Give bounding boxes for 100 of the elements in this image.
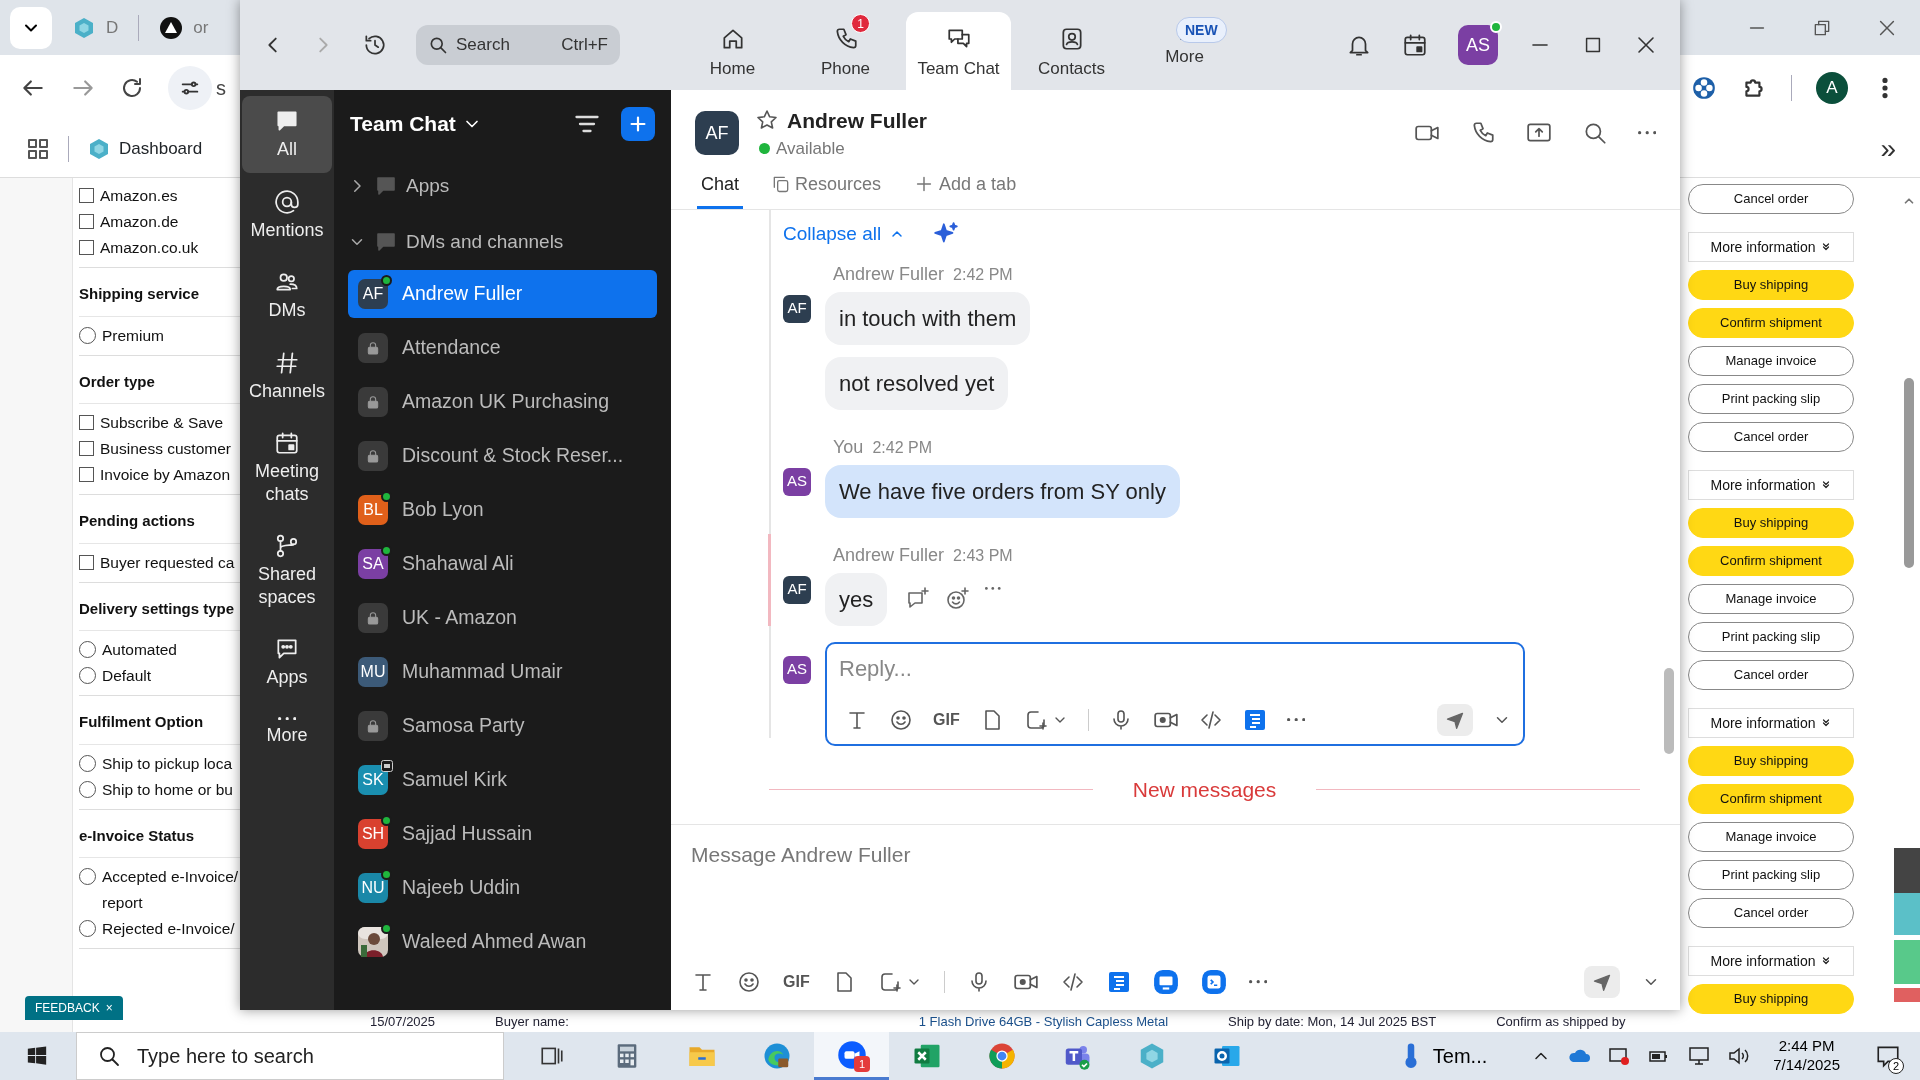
search-button[interactable]: Search Ctrl+F [416,25,620,65]
nav-tab[interactable]: 1 Phone [793,12,898,90]
weather-widget[interactable]: Tem... [1390,1040,1494,1072]
action-button[interactable]: Manage invoice [1688,822,1854,852]
checkbox[interactable] [79,214,94,229]
scrollbar-thumb[interactable] [1664,668,1674,754]
action-button[interactable]: Buy shipping [1688,508,1854,538]
nav-tab[interactable]: Team Chat [906,12,1011,90]
chat-tab[interactable]: Chat [697,162,744,209]
taskbar-search[interactable]: Type here to search [76,1032,504,1080]
chat-list-item[interactable]: SK Samuel Kirk [348,756,657,804]
chat-list-item[interactable]: NU Najeeb Uddin [348,864,657,912]
send-button[interactable] [1437,703,1473,736]
info-dropdown[interactable]: More information [1688,470,1854,500]
chat-list-item[interactable]: BL Bob Lyon [348,486,657,534]
new-chat-button[interactable] [621,107,655,141]
chat-app-icon[interactable] [1152,969,1179,995]
action-button[interactable]: Print packing slip [1688,384,1854,414]
emoji-icon[interactable] [889,707,913,732]
chat-list-item[interactable]: Samosa Party [348,702,657,750]
action-button[interactable]: Cancel order [1688,660,1854,690]
more-icon[interactable] [1286,717,1306,722]
checkbox[interactable] [79,240,94,255]
checkbox[interactable] [79,554,94,570]
info-dropdown[interactable]: More information [1688,946,1854,976]
checkbox[interactable] [79,467,94,482]
action-button[interactable]: Buy shipping [1688,746,1854,776]
chat-list-item[interactable]: Amazon UK Purchasing [348,378,657,426]
chat-list-item[interactable]: UK - Amazon [348,594,657,642]
rail-item[interactable]: Shared spaces [242,521,332,620]
overflow-chevron[interactable]: » [1880,127,1896,170]
windows-start-icon[interactable] [26,1045,48,1067]
tab-list-button[interactable] [10,6,52,49]
feedback-tab[interactable]: FEEDBACK × [25,996,123,1020]
gif-button[interactable]: GIF [933,707,960,732]
action-button[interactable]: Confirm shipment [1688,308,1854,338]
action-button[interactable]: Buy shipping [1688,984,1854,1014]
radio-button[interactable] [79,920,96,937]
monitor-icon[interactable] [1687,1044,1712,1068]
chat-list-item[interactable]: MU Muhammad Umair [348,648,657,696]
radio-button[interactable] [79,667,96,684]
rail-item[interactable]: All [242,96,332,173]
reply-field[interactable]: Reply... GIF [825,641,1525,746]
action-button[interactable]: Print packing slip [1688,860,1854,890]
action-button[interactable]: Confirm shipment [1688,784,1854,814]
section-toggle[interactable]: DMs and channels [348,214,564,270]
chat-tab[interactable]: Resources [767,162,886,209]
document-app-icon[interactable] [1106,970,1131,994]
more-icon[interactable] [1637,131,1656,135]
radio-button[interactable] [79,868,96,885]
collapse-link[interactable]: Collapse all [783,220,906,249]
action-button[interactable]: Cancel order [1688,422,1854,452]
nav-tab[interactable]: NEW More [1132,12,1237,90]
chat-list-item[interactable]: Discount & Stock Reser... [348,432,657,480]
chat-list-item[interactable]: Attendance [348,324,657,372]
terminal-app-icon[interactable] [1200,969,1227,995]
notifications-button[interactable]: 2 [1870,1038,1906,1074]
checkbox[interactable] [79,441,94,456]
profile-avatar[interactable]: A [1816,71,1848,104]
radio-button[interactable] [79,780,96,798]
chat-tab[interactable]: Add a tab [909,162,1021,209]
radio-button[interactable] [79,641,96,658]
scrollbar-thumb[interactable] [1904,378,1914,568]
document-app-icon[interactable] [1242,707,1267,732]
action-button[interactable]: Confirm shipment [1688,546,1854,576]
action-button[interactable]: Manage invoice [1688,584,1854,614]
bookmark-link[interactable]: Dashboard [87,135,203,162]
reload-icon[interactable] [120,75,144,100]
taskbar-app[interactable]: 1 [814,1032,889,1080]
calendar-icon[interactable] [1402,32,1428,58]
checkbox[interactable] [79,188,94,203]
action-button[interactable]: Cancel order [1688,898,1854,928]
more-icon[interactable] [985,587,1001,590]
section-toggle[interactable]: Apps [348,158,450,214]
code-icon[interactable] [1060,970,1085,994]
sidebar-title[interactable]: Team Chat [350,108,482,140]
rail-item[interactable]: Mentions [242,176,332,253]
rail-item[interactable]: Channels [242,337,332,414]
nav-tab[interactable]: Contacts [1019,12,1124,90]
rail-item[interactable]: DMs [242,257,332,334]
add-reaction-icon[interactable] [945,587,970,611]
chat-list-item[interactable]: Waleed Ahmed Awan [348,918,657,966]
clock[interactable]: 2:44 PM 7/14/2025 [1773,1037,1840,1075]
chat-list-item[interactable]: SA Shahawal Ali [348,540,657,588]
action-button[interactable]: Buy shipping [1688,270,1854,300]
rail-item[interactable]: More [242,704,332,759]
apps-grid-icon[interactable] [26,136,50,161]
extension-icon[interactable] [1691,74,1717,101]
action-button[interactable]: Manage invoice [1688,346,1854,376]
gif-button[interactable]: GIF [783,970,810,994]
browser-tab[interactable]: or [149,14,219,41]
browser-tab[interactable]: D [62,14,129,41]
info-dropdown[interactable]: More information [1688,232,1854,262]
nav-tab[interactable]: Home [680,12,785,90]
send-button[interactable] [1584,966,1620,998]
radio-button[interactable] [79,754,96,772]
message-field[interactable]: Message Andrew Fuller [691,839,1660,871]
chat-list-item[interactable]: AF Andrew Fuller [348,270,657,318]
rail-item[interactable]: Apps [242,624,332,701]
radio-button[interactable] [79,326,96,344]
